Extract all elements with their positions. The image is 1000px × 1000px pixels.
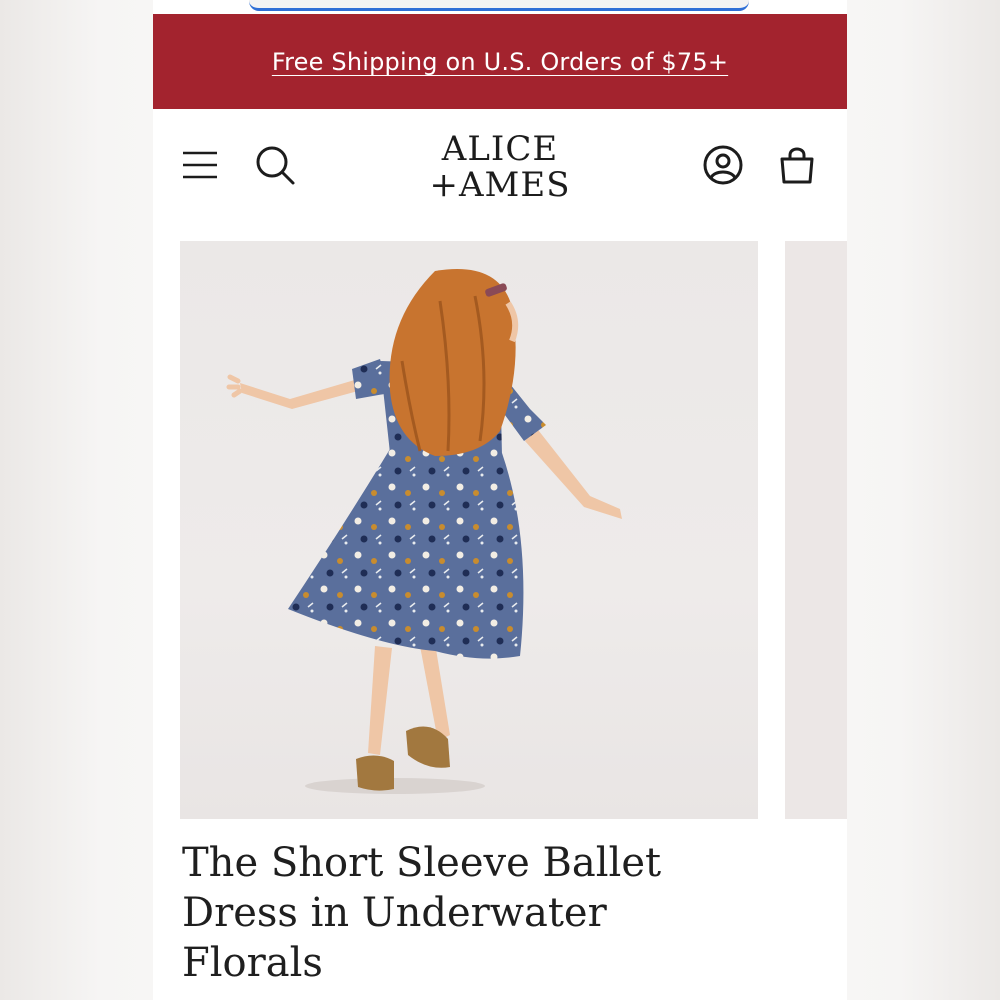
cart-button[interactable] — [773, 141, 821, 189]
promo-banner: Free Shipping on U.S. Orders of $75+ — [153, 14, 847, 109]
menu-icon — [183, 151, 217, 179]
account-icon — [703, 145, 743, 185]
product-title[interactable]: The Short Sleeve Ballet Dress in Underwa… — [182, 838, 702, 988]
logo-line-1: ALICE — [441, 129, 559, 169]
menu-button[interactable] — [176, 141, 224, 189]
mobile-page: Free Shipping on U.S. Orders of $75+ ALI… — [153, 0, 847, 1000]
browser-address-bar[interactable] — [249, 0, 749, 11]
cart-icon — [780, 147, 814, 184]
free-shipping-link[interactable]: Free Shipping on U.S. Orders of $75+ — [272, 48, 728, 76]
search-button[interactable] — [251, 141, 299, 189]
product-image[interactable] — [180, 241, 758, 819]
account-button[interactable] — [699, 141, 747, 189]
browser-top-strip — [153, 0, 847, 14]
next-product-image[interactable] — [785, 241, 847, 819]
product-photo — [226, 269, 622, 794]
search-icon — [256, 146, 295, 185]
logo-line-2: +AMES — [429, 165, 571, 205]
site-logo[interactable]: ALICE +AMES — [415, 131, 585, 211]
site-header: ALICE +AMES — [153, 109, 847, 234]
